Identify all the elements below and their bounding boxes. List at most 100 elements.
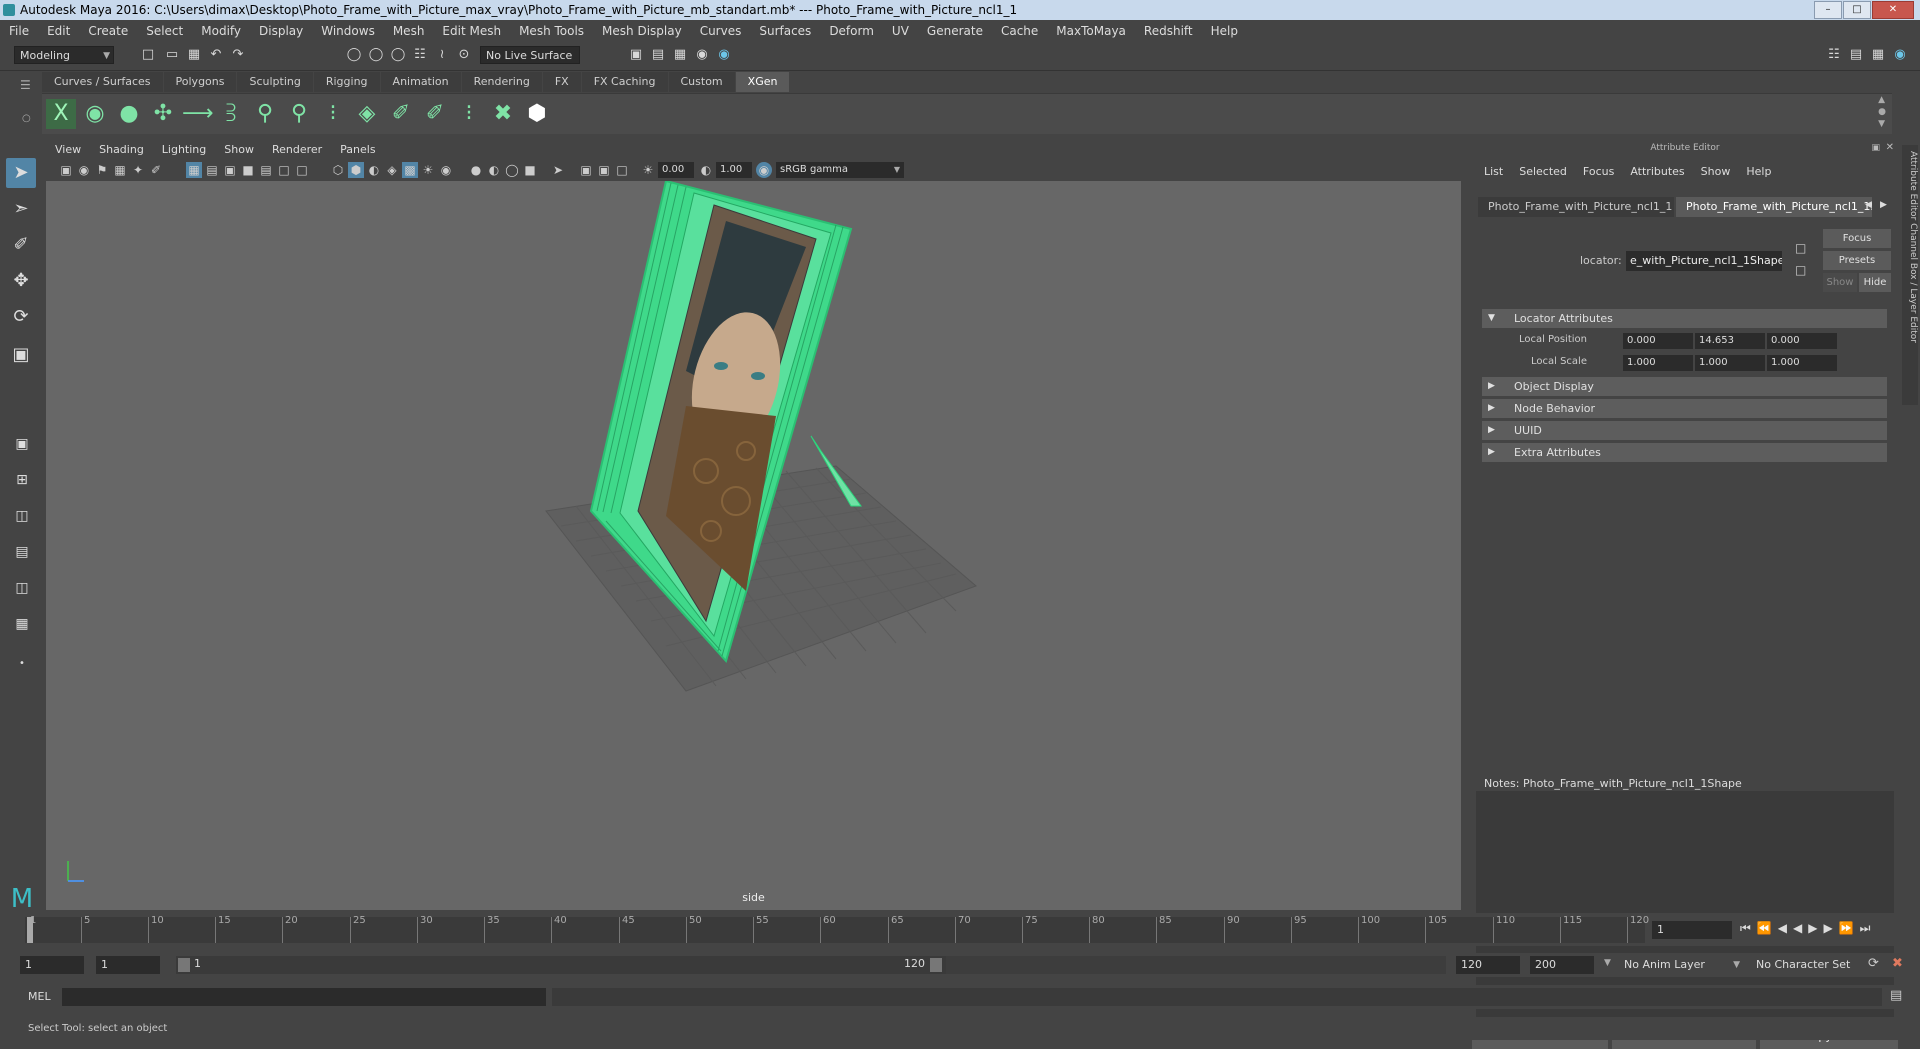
menu-mesh-tools[interactable]: Mesh Tools [510,24,593,38]
close-panel-icon[interactable]: ✕ [1886,142,1894,153]
local-scale-x-field[interactable]: 1.000 [1623,355,1693,371]
depth-of-field-icon[interactable]: ■ [522,162,538,178]
lasso-tool-icon[interactable]: ➣ [6,194,36,224]
mode-dropdown[interactable]: Modeling ▼ [14,46,114,64]
select-camera-icon[interactable]: ▣ [58,162,74,178]
xray-icon[interactable]: ▣ [578,162,594,178]
bookmark-icon[interactable]: ⚑ [94,162,110,178]
xgen-hexagon-icon[interactable]: ⬢ [522,99,552,129]
menu-file[interactable]: File [0,24,38,38]
xgen-place-guides-icon[interactable]: ✣ [148,99,178,129]
live-surface-field[interactable]: No Live Surface [480,46,580,64]
xgen-add-guide-icon[interactable]: ⫖ [216,99,246,129]
two-d-pan-zoom-icon[interactable]: ✦ [130,162,146,178]
hide-button[interactable]: Hide [1859,273,1891,292]
panel-menu-view[interactable]: View [46,141,90,159]
step-forward-key-icon[interactable]: ⏩ [1839,921,1854,936]
image-plane-icon[interactable]: ▦ [112,162,128,178]
float-panel-icon[interactable]: ▣ [1871,143,1880,153]
four-view-layout-icon[interactable]: ⊞ [8,466,36,494]
wireframe-icon[interactable]: ⬡ [330,162,346,178]
section-locator-attributes[interactable]: ▼ Locator Attributes [1482,309,1887,328]
render-view-icon[interactable]: ◉ [716,47,732,63]
shelf-tab-custom[interactable]: Custom [668,72,735,92]
focus-button[interactable]: Focus [1823,229,1891,248]
menu-deform[interactable]: Deform [820,24,883,38]
menu-create[interactable]: Create [79,24,137,38]
camera-attributes-icon[interactable]: ◉ [76,162,92,178]
render-settings-icon[interactable]: ▦ [672,47,688,63]
select-by-object-icon[interactable]: ◯ [368,47,384,63]
panel-menu-shading[interactable]: Shading [90,141,153,159]
shelf-menu-icon[interactable]: ☰ [20,78,31,92]
play-backwards-icon[interactable]: ◀ [1793,921,1802,936]
isolate-select-icon[interactable]: ➤ [550,162,566,178]
wireframe-on-shaded-icon[interactable]: ◈ [384,162,400,178]
menu-uv[interactable]: UV [883,24,918,38]
shelf-tab-animation[interactable]: Animation [380,72,461,92]
shelf-tab-fx-caching[interactable]: FX Caching [581,72,668,92]
local-scale-z-field[interactable]: 1.000 [1767,355,1837,371]
modeling-toolkit-icon[interactable]: ☷ [1826,47,1842,63]
menu-modify[interactable]: Modify [192,24,250,38]
textured-icon[interactable]: ▩ [402,162,418,178]
minimize-button[interactable]: – [1814,1,1842,19]
smooth-shade-icon[interactable]: ⬢ [348,162,364,178]
tool-settings-icon[interactable]: ▦ [1870,47,1886,63]
color-management-icon[interactable]: ◉ [756,162,772,178]
play-forwards-icon[interactable]: ▶ [1808,921,1817,936]
tab-transform-node[interactable]: Photo_Frame_with_Picture_ncl1_1 [1478,197,1674,217]
xgen-sculpt-guides-icon[interactable]: ⟶ [182,99,214,129]
xgen-grab-icon[interactable]: ✐ [386,99,416,129]
panel-menu-renderer[interactable]: Renderer [263,141,331,159]
step-back-key-icon[interactable]: ⏪ [1757,921,1772,936]
locator-name-field[interactable]: e_with_Picture_ncl1_1Shape [1626,251,1782,271]
xray-joints-icon[interactable]: ▣ [596,162,612,178]
snap-point-icon[interactable]: ⊙ [456,47,472,63]
menu-cache[interactable]: Cache [992,24,1047,38]
shelf-tab-curves-surfaces[interactable]: Curves / Surfaces [42,72,163,92]
go-to-start-icon[interactable]: ⏮ [1740,921,1751,936]
anti-aliasing-icon[interactable]: ◯ [504,162,520,178]
shelf-tab-xgen[interactable]: XGen [735,72,790,92]
open-scene-icon[interactable]: ▭ [164,47,180,63]
go-to-end-icon[interactable]: ⏭ [1860,921,1871,936]
range-slider[interactable]: 1 120 [176,956,946,974]
tab-scroll-right-icon[interactable]: ▶ [1880,200,1887,210]
current-time-marker[interactable] [27,917,33,943]
auto-key-icon[interactable]: ⟳ [1868,956,1879,971]
local-position-x-field[interactable]: 0.000 [1623,333,1693,349]
xgen-cut-icon[interactable]: ✖ [488,99,518,129]
menu-redshift[interactable]: Redshift [1135,24,1202,38]
command-input[interactable] [62,988,546,1006]
time-slider[interactable]: 1 5 10 15 20 25 30 35 40 45 50 55 60 65 70 75 80 85 90 95 10… [0,913,1920,946]
select-by-hierarchy-icon[interactable]: ◯ [346,47,362,63]
panel-menu-panels[interactable]: Panels [331,141,384,159]
step-back-frame-icon[interactable]: ◀ [1778,921,1787,936]
script-editor-icon[interactable]: ▤ [1890,988,1902,1003]
xgen-preview-icon[interactable]: ◉ [80,99,110,129]
section-object-display[interactable]: ▶ Object Display [1482,377,1887,396]
screen-space-ao-icon[interactable]: ● [468,162,484,178]
two-pane-layout-icon[interactable]: ◫ [8,502,36,530]
outliner-layout-icon[interactable]: ▤ [8,538,36,566]
maximize-button[interactable]: □ [1843,1,1871,19]
menu-mesh[interactable]: Mesh [384,24,434,38]
anim-layer-dropdown[interactable]: No Anim Layer ▼ [1624,956,1744,974]
safe-action-icon[interactable]: □ [276,162,292,178]
motion-blur-icon[interactable]: ◐ [486,162,502,178]
ae-menu-attributes[interactable]: Attributes [1622,165,1692,178]
xgen-editor-icon[interactable]: X [46,99,76,129]
xgen-create-description-icon[interactable]: ● [114,99,144,129]
animation-start-field[interactable]: 1 [20,956,84,974]
side-panel-tabs[interactable]: Attribute Editor Channel Box / Layer Edi… [1902,145,1918,405]
menu-help[interactable]: Help [1202,24,1247,38]
color-space-dropdown[interactable]: sRGB gamma ▼ [776,162,904,178]
shelf-tab-rendering[interactable]: Rendering [461,72,542,92]
close-button[interactable]: ✕ [1872,1,1914,19]
range-start-handle[interactable] [178,958,190,972]
section-extra-attributes[interactable]: ▶ Extra Attributes [1482,443,1887,462]
section-uuid[interactable]: ▶ UUID [1482,421,1887,440]
ae-menu-focus[interactable]: Focus [1575,165,1622,178]
gate-mask-icon[interactable]: ■ [240,162,256,178]
